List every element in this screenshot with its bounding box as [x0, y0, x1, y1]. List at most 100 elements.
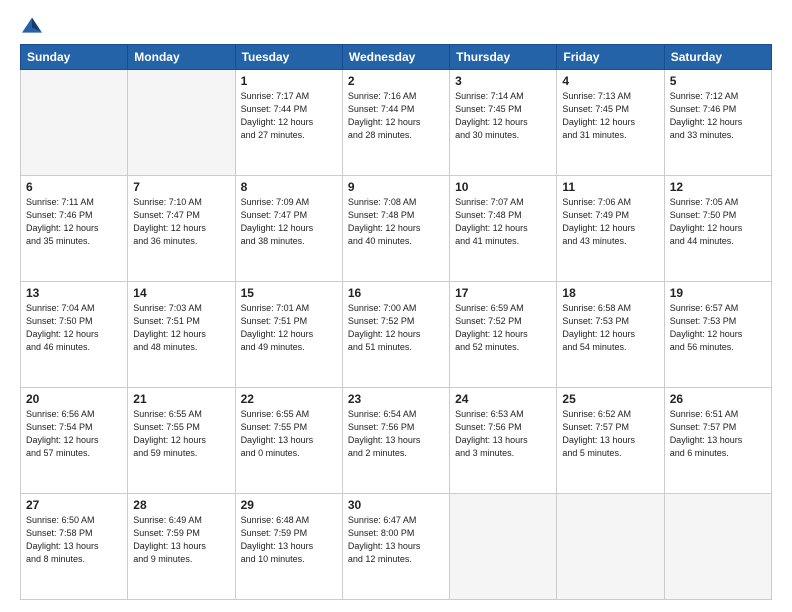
calendar-header-monday: Monday: [128, 45, 235, 70]
day-info: Sunrise: 7:04 AM Sunset: 7:50 PM Dayligh…: [26, 302, 122, 354]
calendar-week-2: 13Sunrise: 7:04 AM Sunset: 7:50 PM Dayli…: [21, 282, 772, 388]
day-info: Sunrise: 7:13 AM Sunset: 7:45 PM Dayligh…: [562, 90, 658, 142]
day-info: Sunrise: 6:51 AM Sunset: 7:57 PM Dayligh…: [670, 408, 766, 460]
calendar-day: 19Sunrise: 6:57 AM Sunset: 7:53 PM Dayli…: [664, 282, 771, 388]
calendar-day: 8 Sunrise: 7:09 AM Sunset: 7:47 PM Daylig…: [235, 176, 342, 282]
calendar-day: 14Sunrise: 7:03 AM Sunset: 7:51 PM Dayli…: [128, 282, 235, 388]
calendar-week-4: 27 Sunrise: 6:50 AM Sunset: 7:58 PM Dayli…: [21, 494, 772, 600]
day-info: Sunrise: 6:48 AM Sunset: 7:59 PM Dayligh…: [241, 514, 337, 566]
day-info: Sunrise: 7:10 AM Sunset: 7:47 PM Dayligh…: [133, 196, 229, 248]
day-info: Sunrise: 7:16 AM Sunset: 7:44 PM Dayligh…: [348, 90, 444, 142]
calendar-day: 29 Sunrise: 6:48 AM Sunset: 7:59 PM Dayli…: [235, 494, 342, 600]
day-number: 27: [26, 498, 122, 512]
day-info: Sunrise: 7:01 AM Sunset: 7:51 PM Dayligh…: [241, 302, 337, 354]
calendar-table: SundayMondayTuesdayWednesdayThursdayFrid…: [20, 44, 772, 600]
calendar-header-wednesday: Wednesday: [342, 45, 449, 70]
day-info: Sunrise: 6:53 AM Sunset: 7:56 PM Dayligh…: [455, 408, 551, 460]
day-number: 15: [241, 286, 337, 300]
calendar-day: 12 Sunrise: 7:05 AM Sunset: 7:50 PM Dayli…: [664, 176, 771, 282]
day-number: 16: [348, 286, 444, 300]
day-info: Sunrise: 7:00 AM Sunset: 7:52 PM Dayligh…: [348, 302, 444, 354]
day-number: 11: [562, 180, 658, 194]
day-info: Sunrise: 6:58 AM Sunset: 7:53 PM Dayligh…: [562, 302, 658, 354]
calendar-day: 22 Sunrise: 6:55 AM Sunset: 7:55 PM Dayli…: [235, 388, 342, 494]
calendar-day: 7Sunrise: 7:10 AM Sunset: 7:47 PM Daylig…: [128, 176, 235, 282]
day-number: 21: [133, 392, 229, 406]
day-number: 30: [348, 498, 444, 512]
calendar-day: 20 Sunrise: 6:56 AM Sunset: 7:54 PM Dayli…: [21, 388, 128, 494]
calendar-header-friday: Friday: [557, 45, 664, 70]
day-info: Sunrise: 7:11 AM Sunset: 7:46 PM Dayligh…: [26, 196, 122, 248]
calendar-day: 25 Sunrise: 6:52 AM Sunset: 7:57 PM Dayli…: [557, 388, 664, 494]
day-info: Sunrise: 6:49 AM Sunset: 7:59 PM Dayligh…: [133, 514, 229, 566]
page: SundayMondayTuesdayWednesdayThursdayFrid…: [0, 0, 792, 612]
logo: [20, 16, 48, 36]
day-number: 8: [241, 180, 337, 194]
day-number: 1: [241, 74, 337, 88]
calendar-header-thursday: Thursday: [450, 45, 557, 70]
calendar-day: [664, 494, 771, 600]
calendar-day: 10 Sunrise: 7:07 AM Sunset: 7:48 PM Dayli…: [450, 176, 557, 282]
day-info: Sunrise: 6:55 AM Sunset: 7:55 PM Dayligh…: [133, 408, 229, 460]
day-info: Sunrise: 6:55 AM Sunset: 7:55 PM Dayligh…: [241, 408, 337, 460]
calendar-day: 24 Sunrise: 6:53 AM Sunset: 7:56 PM Dayli…: [450, 388, 557, 494]
calendar-day: [21, 70, 128, 176]
day-number: 26: [670, 392, 766, 406]
day-number: 2: [348, 74, 444, 88]
calendar-day: 4Sunrise: 7:13 AM Sunset: 7:45 PM Daylig…: [557, 70, 664, 176]
calendar-day: 15 Sunrise: 7:01 AM Sunset: 7:51 PM Dayli…: [235, 282, 342, 388]
day-number: 9: [348, 180, 444, 194]
calendar-day: 17 Sunrise: 6:59 AM Sunset: 7:52 PM Dayli…: [450, 282, 557, 388]
day-info: Sunrise: 6:52 AM Sunset: 7:57 PM Dayligh…: [562, 408, 658, 460]
day-info: Sunrise: 6:50 AM Sunset: 7:58 PM Dayligh…: [26, 514, 122, 566]
calendar-day: 18Sunrise: 6:58 AM Sunset: 7:53 PM Dayli…: [557, 282, 664, 388]
day-info: Sunrise: 6:54 AM Sunset: 7:56 PM Dayligh…: [348, 408, 444, 460]
calendar-day: 3 Sunrise: 7:14 AM Sunset: 7:45 PM Daylig…: [450, 70, 557, 176]
calendar-day: 11 Sunrise: 7:06 AM Sunset: 7:49 PM Dayli…: [557, 176, 664, 282]
calendar-day: 2 Sunrise: 7:16 AM Sunset: 7:44 PM Daylig…: [342, 70, 449, 176]
day-info: Sunrise: 6:56 AM Sunset: 7:54 PM Dayligh…: [26, 408, 122, 460]
day-number: 25: [562, 392, 658, 406]
calendar-week-0: 1 Sunrise: 7:17 AM Sunset: 7:44 PM Daylig…: [21, 70, 772, 176]
day-info: Sunrise: 7:07 AM Sunset: 7:48 PM Dayligh…: [455, 196, 551, 248]
calendar-day: 16 Sunrise: 7:00 AM Sunset: 7:52 PM Dayli…: [342, 282, 449, 388]
calendar-header-saturday: Saturday: [664, 45, 771, 70]
day-number: 10: [455, 180, 551, 194]
header: [20, 16, 772, 36]
day-info: Sunrise: 7:12 AM Sunset: 7:46 PM Dayligh…: [670, 90, 766, 142]
day-info: Sunrise: 7:14 AM Sunset: 7:45 PM Dayligh…: [455, 90, 551, 142]
calendar-day: 30 Sunrise: 6:47 AM Sunset: 8:00 PM Dayli…: [342, 494, 449, 600]
day-number: 12: [670, 180, 766, 194]
day-number: 5: [670, 74, 766, 88]
day-number: 14: [133, 286, 229, 300]
calendar-day: [128, 70, 235, 176]
calendar-day: [450, 494, 557, 600]
calendar-header-sunday: Sunday: [21, 45, 128, 70]
day-number: 28: [133, 498, 229, 512]
calendar-day: 13Sunrise: 7:04 AM Sunset: 7:50 PM Dayli…: [21, 282, 128, 388]
calendar-header-row: SundayMondayTuesdayWednesdayThursdayFrid…: [21, 45, 772, 70]
day-info: Sunrise: 7:05 AM Sunset: 7:50 PM Dayligh…: [670, 196, 766, 248]
calendar-day: 23 Sunrise: 6:54 AM Sunset: 7:56 PM Dayli…: [342, 388, 449, 494]
day-number: 29: [241, 498, 337, 512]
day-info: Sunrise: 7:17 AM Sunset: 7:44 PM Dayligh…: [241, 90, 337, 142]
day-number: 3: [455, 74, 551, 88]
day-number: 17: [455, 286, 551, 300]
day-info: Sunrise: 6:59 AM Sunset: 7:52 PM Dayligh…: [455, 302, 551, 354]
logo-icon: [20, 16, 44, 36]
day-info: Sunrise: 7:08 AM Sunset: 7:48 PM Dayligh…: [348, 196, 444, 248]
day-number: 20: [26, 392, 122, 406]
calendar-day: [557, 494, 664, 600]
calendar-day: 1 Sunrise: 7:17 AM Sunset: 7:44 PM Daylig…: [235, 70, 342, 176]
day-number: 19: [670, 286, 766, 300]
day-number: 23: [348, 392, 444, 406]
day-info: Sunrise: 6:47 AM Sunset: 8:00 PM Dayligh…: [348, 514, 444, 566]
day-number: 22: [241, 392, 337, 406]
day-number: 6: [26, 180, 122, 194]
day-info: Sunrise: 7:06 AM Sunset: 7:49 PM Dayligh…: [562, 196, 658, 248]
day-info: Sunrise: 7:09 AM Sunset: 7:47 PM Dayligh…: [241, 196, 337, 248]
calendar-day: 9 Sunrise: 7:08 AM Sunset: 7:48 PM Daylig…: [342, 176, 449, 282]
day-number: 24: [455, 392, 551, 406]
calendar-day: 28 Sunrise: 6:49 AM Sunset: 7:59 PM Dayli…: [128, 494, 235, 600]
calendar-day: 6 Sunrise: 7:11 AM Sunset: 7:46 PM Daylig…: [21, 176, 128, 282]
